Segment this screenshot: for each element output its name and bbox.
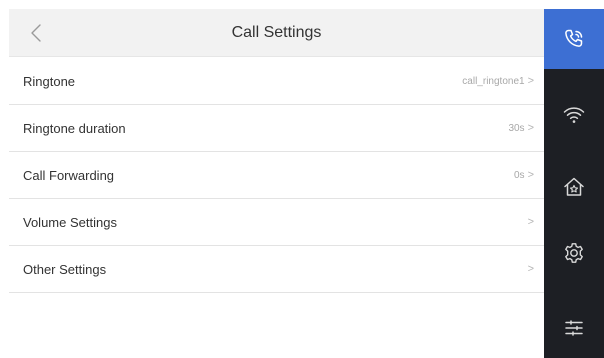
setting-label: Ringtone [23,73,76,89]
menu-icon [565,320,583,336]
setting-label: Other Settings [23,261,107,277]
setting-value: call_ringtone1 [462,75,525,87]
sidebar-item-network[interactable] [544,85,604,145]
sidebar-item-settings[interactable] [544,223,604,283]
setting-row-ringtone-duration[interactable]: Ringtone duration 30s > [9,105,544,152]
phone-icon [565,29,583,47]
sidebar-item-home[interactable] [544,157,604,217]
setting-value-group: 0s > [514,169,534,181]
setting-row-volume-settings[interactable]: Volume Settings > [9,199,544,246]
sidebar-item-menu[interactable] [544,298,604,358]
chevron-right-icon: > [527,169,534,181]
chevron-right-icon: > [527,216,534,228]
sidebar-nav [544,9,604,358]
chevron-right-icon: > [527,122,534,134]
settings-panel: Call Settings Ringtone call_ringtone1 > … [9,9,544,358]
page-title: Call Settings [231,24,322,41]
setting-value-group: call_ringtone1 > [462,75,534,87]
setting-value: 0s [514,169,525,181]
gear-icon [565,243,583,263]
sidebar-item-call[interactable] [544,9,604,69]
chevron-right-icon: > [527,263,534,275]
settings-list: Ringtone call_ringtone1 > Ringtone durat… [9,58,544,293]
wifi-icon [563,107,585,123]
setting-label: Call Forwarding [23,167,115,183]
chevron-right-icon: > [527,75,534,87]
setting-row-call-forwarding[interactable]: Call Forwarding 0s > [9,152,544,199]
setting-row-ringtone[interactable]: Ringtone call_ringtone1 > [9,58,544,105]
setting-value-group: > [525,263,534,275]
setting-value-group: 30s > [508,122,534,134]
setting-label: Ringtone duration [23,120,126,136]
setting-label: Volume Settings [23,214,117,230]
home-icon [564,177,584,196]
setting-value: 30s [508,122,525,134]
setting-row-other-settings[interactable]: Other Settings > [9,246,544,293]
setting-value-group: > [525,216,534,228]
header-bar: Call Settings [9,9,544,57]
